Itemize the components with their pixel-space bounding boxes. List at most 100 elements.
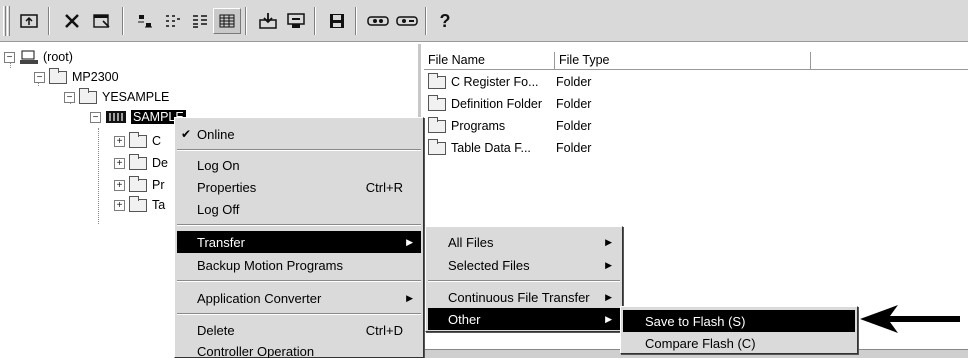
column-header-file-name[interactable]: File Name [424, 52, 555, 70]
menu-item-label: Online [197, 126, 235, 142]
tree-node-child[interactable]: + C [114, 131, 162, 150]
menu-separator [177, 313, 421, 315]
other-submenu: Save to Flash (S) Compare Flash (C) [620, 306, 858, 354]
folder-icon [428, 94, 446, 111]
submenu-arrow-icon: ▶ [605, 259, 612, 270]
tree-node-child[interactable]: + Pr [114, 175, 165, 194]
details-view-icon[interactable] [213, 8, 241, 34]
file-row[interactable]: Table Data F... Folder [428, 138, 591, 158]
menu-item-all-files[interactable]: All Files ▶ [428, 231, 620, 253]
toolbar-grip[interactable] [3, 6, 6, 36]
toolbar-separator [122, 7, 124, 35]
large-icons-view-icon[interactable] [131, 8, 159, 34]
menu-item-online[interactable]: ✔ Online [177, 123, 421, 145]
file-type: Folder [556, 141, 592, 155]
menu-item-controller-operation[interactable]: Controller Operation [177, 340, 421, 358]
disconnect-icon[interactable] [393, 8, 421, 34]
menu-separator [177, 280, 421, 282]
menu-item-delete[interactable]: Delete Ctrl+D [177, 319, 421, 341]
toolbar-separator [245, 7, 247, 35]
menu-item-label: Application Converter [197, 290, 322, 306]
checkmark-icon: ✔ [181, 127, 192, 141]
tree-connector [98, 128, 99, 224]
folder-icon [129, 195, 147, 212]
menu-item-log-on[interactable]: Log On [177, 154, 421, 176]
expand-icon[interactable]: + [114, 179, 125, 191]
menu-item-label: Log Off [197, 201, 240, 217]
file-row[interactable]: Programs Folder [428, 116, 591, 136]
menu-item-label: Controller Operation [197, 343, 315, 358]
tree-node-selected[interactable]: − SAMPLE [90, 108, 186, 126]
menu-item-selected-files[interactable]: Selected Files ▶ [428, 254, 620, 276]
menu-item-label: Backup Motion Programs [197, 257, 343, 273]
submenu-arrow-icon: ▶ [605, 236, 612, 247]
tree-node-label: Pr [152, 178, 165, 192]
file-name: Definition Folder [451, 97, 543, 111]
menu-item-compare-flash[interactable]: Compare Flash (C) [623, 332, 855, 354]
folder-icon [428, 116, 446, 133]
menu-item-label: Selected Files [448, 257, 530, 273]
up-folder-icon[interactable] [15, 8, 43, 34]
tree-node-child[interactable]: + Ta [114, 195, 166, 214]
menu-item-backup-motion-programs[interactable]: Backup Motion Programs [177, 254, 421, 276]
menu-item-shortcut: Ctrl+R [365, 179, 403, 195]
menu-item-continuous-file-transfer[interactable]: Continuous File Transfer ▶ [428, 286, 620, 308]
expand-icon[interactable]: + [114, 135, 125, 147]
menu-item-shortcut: Ctrl+D [365, 322, 403, 338]
list-view-icon[interactable] [186, 8, 214, 34]
tree-root-label: (root) [43, 50, 73, 64]
delete-icon[interactable] [58, 8, 86, 34]
tree-node-label: C [152, 134, 162, 148]
menu-item-save-to-flash[interactable]: Save to Flash (S) [623, 310, 855, 332]
save-icon[interactable] [323, 8, 351, 34]
menu-item-properties[interactable]: Properties Ctrl+R [177, 176, 421, 198]
menu-item-label: Log On [197, 157, 240, 173]
folder-icon [428, 138, 446, 155]
menu-item-log-off[interactable]: Log Off [177, 198, 421, 220]
expand-icon[interactable]: + [114, 157, 125, 169]
menu-separator [177, 224, 421, 226]
toolbar-grip[interactable] [7, 6, 10, 36]
computer-network-icon [20, 50, 38, 64]
properties-icon[interactable] [88, 8, 116, 34]
small-icons-view-icon[interactable] [159, 8, 187, 34]
folder-icon [129, 175, 147, 192]
help-icon[interactable]: ? [431, 8, 459, 34]
menu-item-other[interactable]: Other ▶ [428, 308, 620, 330]
file-row[interactable]: C Register Fo... Folder [428, 72, 591, 92]
file-type: Folder [556, 75, 592, 89]
collapse-icon[interactable]: − [90, 111, 101, 123]
folder-icon [129, 131, 147, 148]
expand-icon[interactable]: + [114, 199, 125, 211]
upload-icon[interactable] [282, 8, 310, 34]
collapse-icon[interactable]: − [64, 91, 75, 103]
tree-node-controller[interactable]: − MP2300 [34, 67, 119, 86]
menu-item-application-converter[interactable]: Application Converter ▶ [177, 287, 421, 309]
download-icon[interactable] [254, 8, 282, 34]
column-header-file-type[interactable]: File Type [555, 52, 811, 70]
menu-item-label: Continuous File Transfer [448, 289, 590, 305]
menu-item-label: Save to Flash (S) [645, 313, 746, 329]
tree-node-label: MP2300 [72, 70, 119, 84]
file-row[interactable]: Definition Folder Folder [428, 94, 591, 114]
collapse-icon[interactable]: − [34, 71, 45, 83]
file-name: C Register Fo... [451, 75, 539, 89]
file-name: Programs [451, 119, 506, 133]
tree-node-label: De [152, 156, 168, 170]
controller-icon [106, 111, 126, 123]
connect-icon[interactable] [364, 8, 392, 34]
folder-icon [129, 153, 147, 170]
tree-node-project[interactable]: − YESAMPLE [64, 87, 169, 106]
folder-icon [428, 72, 446, 89]
toolbar: ? [0, 0, 968, 42]
tree-node-label: Ta [152, 198, 166, 212]
tree-root[interactable]: − (root) [4, 48, 73, 66]
toolbar-separator [355, 7, 357, 35]
file-type: Folder [556, 97, 592, 111]
tree-node-child[interactable]: + De [114, 153, 168, 172]
collapse-icon[interactable]: − [4, 51, 15, 63]
menu-item-transfer[interactable]: Transfer ▶ [177, 231, 421, 253]
submenu-arrow-icon: ▶ [605, 313, 612, 324]
folder-icon [49, 67, 67, 84]
toolbar-separator [48, 7, 50, 35]
